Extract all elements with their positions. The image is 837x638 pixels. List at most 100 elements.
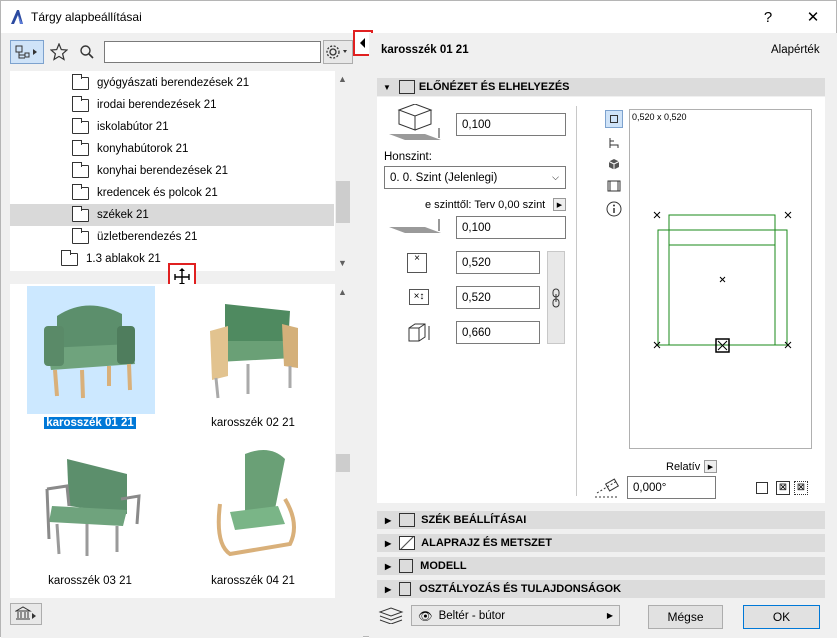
story-label: Honszint: bbox=[384, 151, 432, 163]
tree-item[interactable]: irodai berendezések 21 bbox=[72, 94, 342, 116]
scroll-up-icon[interactable]: ▲ bbox=[335, 284, 350, 299]
folder-icon bbox=[72, 73, 89, 90]
view-film-button[interactable] bbox=[605, 177, 623, 195]
story-select[interactable]: 0. 0. Szint (Jelenlegi) ⌵ bbox=[384, 166, 566, 189]
library-settings-button[interactable] bbox=[323, 40, 353, 64]
plan-section-icon bbox=[399, 536, 416, 550]
elevation-input[interactable]: 0,100 bbox=[456, 216, 566, 239]
tree-item[interactable]: konyhabútorok 21 bbox=[72, 138, 342, 160]
view-side-button[interactable] bbox=[605, 134, 623, 152]
library-item[interactable] bbox=[190, 444, 318, 572]
info-button[interactable] bbox=[605, 200, 623, 218]
relative-arrow-button[interactable]: ▶ bbox=[704, 460, 717, 473]
elevation-icon bbox=[385, 217, 445, 239]
chevron-left-icon bbox=[360, 38, 365, 48]
height-icon bbox=[407, 323, 431, 343]
dialog-window: Tárgy alapbeállításai ? ✕ gyógyászati be… bbox=[0, 0, 837, 638]
mirror-none-checkbox[interactable] bbox=[756, 482, 768, 494]
tree-item[interactable]: üzletberendezés 21 bbox=[72, 226, 342, 248]
library-manager-button[interactable] bbox=[10, 603, 42, 625]
search-input[interactable] bbox=[104, 41, 321, 63]
item-label-selected[interactable]: karosszék 01 21 bbox=[10, 417, 170, 429]
section-title: SZÉK BEÁLLÍTÁSAI bbox=[421, 514, 527, 526]
depth-input[interactable]: 0,520 bbox=[456, 286, 540, 309]
tree-item[interactable]: iskolabútor 21 bbox=[72, 116, 342, 138]
folder-icon bbox=[72, 205, 89, 222]
view-3d-button[interactable] bbox=[605, 155, 623, 173]
ok-button[interactable]: OK bbox=[743, 605, 820, 629]
tree-item-label: irodai berendezések 21 bbox=[97, 99, 217, 111]
favorites-button[interactable] bbox=[45, 40, 73, 64]
tree-item-selected[interactable]: székek 21 bbox=[10, 204, 334, 226]
layer-select[interactable]: 👁 Beltér - bútor ▶ bbox=[411, 605, 620, 626]
folder-icon bbox=[72, 161, 89, 178]
title-bar: Tárgy alapbeállításai ? ✕ bbox=[1, 1, 836, 33]
top-offset-input[interactable]: 0,100 bbox=[456, 113, 566, 136]
tree-item-label: iskolabútor 21 bbox=[97, 121, 169, 133]
folder-icon bbox=[72, 183, 89, 200]
section-model[interactable]: ▶ MODELL bbox=[377, 557, 825, 575]
rotation-angle-icon bbox=[591, 477, 623, 499]
layer-select-value: Beltér - bútor bbox=[438, 609, 506, 622]
scroll-down-icon[interactable]: ▼ bbox=[335, 255, 350, 270]
item-label-text: karosszék 01 21 bbox=[44, 417, 136, 429]
armchair-01-icon bbox=[44, 305, 135, 399]
tree-scrollbar[interactable]: ▲ ▼ bbox=[335, 71, 351, 271]
close-button[interactable]: ✕ bbox=[790, 1, 836, 33]
section-title: MODELL bbox=[420, 560, 467, 572]
folder-tree-icon bbox=[15, 45, 37, 59]
library-item[interactable] bbox=[27, 286, 155, 414]
item-label[interactable]: karosszék 04 21 bbox=[173, 575, 333, 587]
film-strip-icon bbox=[607, 180, 621, 192]
scroll-up-icon[interactable]: ▲ bbox=[335, 71, 350, 86]
width-icon: × bbox=[407, 253, 427, 273]
folder-icon bbox=[72, 139, 89, 156]
preview-section-icon bbox=[398, 80, 415, 94]
help-button[interactable]: ? bbox=[745, 1, 791, 33]
tree-item-label: kredencek és polcok 21 bbox=[97, 187, 218, 199]
search-icon bbox=[80, 45, 94, 59]
height-input[interactable]: 0,660 bbox=[456, 321, 540, 344]
folder-icon bbox=[72, 227, 89, 244]
chair-plan-drawing bbox=[653, 211, 792, 353]
item-label[interactable]: karosszék 02 21 bbox=[173, 417, 333, 429]
relative-label: Relatív bbox=[666, 461, 701, 473]
rotation-angle-input[interactable]: 0,000° bbox=[627, 476, 716, 499]
view-plan-button[interactable] bbox=[605, 110, 623, 128]
tree-item[interactable]: 1.3 ablakok 21 bbox=[61, 248, 331, 270]
item-label[interactable]: karosszék 03 21 bbox=[10, 575, 170, 587]
scroll-thumb[interactable] bbox=[336, 181, 350, 223]
mirror-y-button[interactable]: ⊠ bbox=[794, 481, 808, 495]
from-story-arrow-button[interactable]: ▶ bbox=[553, 198, 566, 211]
square-icon bbox=[610, 115, 618, 123]
search-button[interactable] bbox=[73, 40, 101, 64]
section-classification[interactable]: ▶ OSZTÁLYOZÁS ÉS TULAJDONSÁGOK bbox=[377, 580, 825, 598]
folder-icon bbox=[72, 117, 89, 134]
document-list-icon bbox=[399, 582, 412, 596]
library-item[interactable] bbox=[27, 444, 155, 572]
mirror-x-button[interactable]: ⊠ bbox=[776, 481, 790, 495]
folder-view-button[interactable] bbox=[10, 40, 44, 64]
grid-scrollbar[interactable]: ▲ bbox=[335, 284, 351, 598]
app-logo-icon bbox=[9, 9, 25, 25]
library-item-grid: karosszék 01 21 karosszék 02 21 karosszé… bbox=[10, 284, 351, 598]
section-preview-header[interactable]: ▼ ELŐNÉZET ÉS ELHELYEZÉS bbox=[377, 78, 825, 96]
chevron-down-icon: ▼ bbox=[383, 82, 391, 92]
eye-icon: 👁 bbox=[418, 610, 433, 623]
tree-item-label: üzletberendezés 21 bbox=[97, 231, 198, 243]
tree-item-label: konyhai berendezések 21 bbox=[97, 165, 229, 177]
tree-item[interactable]: konyhai berendezések 21 bbox=[72, 160, 342, 182]
width-input[interactable]: 0,520 bbox=[456, 251, 540, 274]
chevron-right-icon: ▶ bbox=[385, 538, 392, 548]
link-proportions-button[interactable] bbox=[547, 251, 565, 344]
scroll-thumb[interactable] bbox=[336, 454, 350, 472]
library-item[interactable] bbox=[190, 286, 318, 414]
section-plan-and-section[interactable]: ▶ ALAPRAJZ ÉS METSZET bbox=[377, 534, 825, 552]
section-chair-settings[interactable]: ▶ SZÉK BEÁLLÍTÁSAI bbox=[377, 511, 825, 529]
tree-item[interactable]: kredencek és polcok 21 bbox=[72, 182, 342, 204]
tree-item[interactable]: gyógyászati berendezések 21 bbox=[72, 72, 342, 94]
chevron-right-icon: ▶ bbox=[606, 611, 613, 620]
tree-item-label: konyhabútorok 21 bbox=[97, 143, 189, 155]
cube-icon bbox=[608, 159, 620, 170]
cancel-button[interactable]: Mégse bbox=[648, 605, 723, 629]
